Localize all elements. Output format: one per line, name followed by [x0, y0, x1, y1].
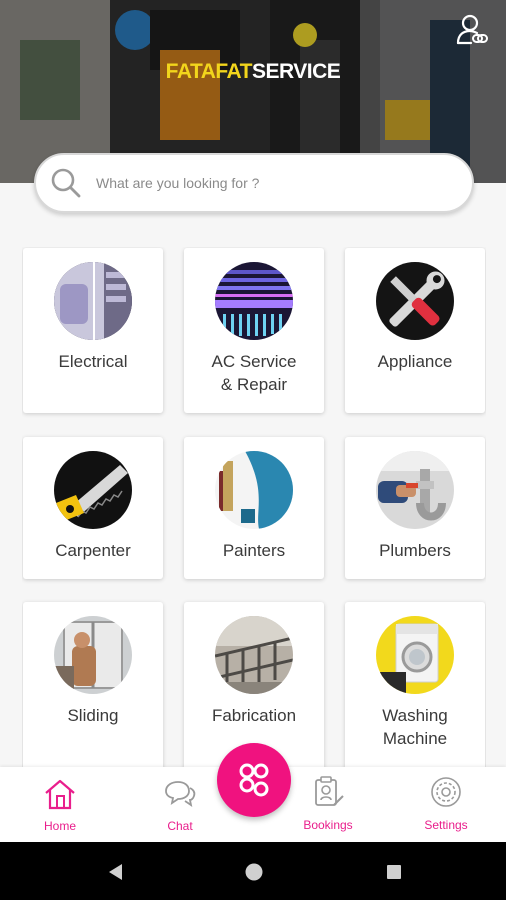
service-card-painters[interactable]: Painters: [184, 437, 324, 579]
service-label-line1: Painters: [222, 541, 286, 560]
service-label-line1: Washing: [382, 706, 448, 725]
service-grid: Electrical AC Service & Repair Appliance…: [22, 247, 486, 767]
service-card-washing-machine[interactable]: Washing Machine: [345, 602, 485, 767]
nav-bookings[interactable]: Bookings: [283, 767, 373, 842]
service-card-carpenter[interactable]: Carpenter: [23, 437, 163, 579]
service-label-line1: Electrical: [58, 352, 128, 371]
service-label: Fabrication: [184, 704, 324, 727]
service-label-line2: Machine: [382, 729, 448, 748]
search-icon: [51, 168, 81, 198]
service-label: Plumbers: [345, 539, 485, 562]
home-icon: [45, 779, 75, 810]
service-card-plumbers[interactable]: Plumbers: [345, 437, 485, 579]
nav-chat[interactable]: Chat: [135, 767, 225, 842]
service-label: Sliding: [23, 704, 163, 727]
nav-settings-label: Settings: [424, 818, 468, 832]
system-navigation-bar: [0, 842, 506, 900]
profile-button[interactable]: [452, 10, 492, 50]
app-screen: FATAFATSERVICE What are you looking for …: [0, 0, 506, 900]
search-bar[interactable]: [34, 153, 474, 213]
service-label: Carpenter: [23, 539, 163, 562]
nav-home[interactable]: Home: [15, 767, 105, 842]
home-circle-icon[interactable]: [243, 861, 265, 883]
electrical-panel-icon: [54, 262, 132, 340]
recents-icon[interactable]: [383, 861, 405, 883]
link-chain-icon: [239, 763, 269, 797]
washing-machine-icon: [376, 616, 454, 694]
center-action-button[interactable]: [217, 743, 291, 817]
saw-icon: [54, 451, 132, 529]
nav-bookings-label: Bookings: [303, 818, 353, 832]
service-label-line1: Carpenter: [55, 541, 131, 560]
brand-part1: FATAFAT: [165, 60, 253, 83]
air-conditioner-icon: [215, 262, 293, 340]
service-card-electrical[interactable]: Electrical: [23, 248, 163, 413]
service-label: AC Service & Repair: [184, 350, 324, 396]
sliding-window-icon: [54, 616, 132, 694]
service-label: Washing Machine: [345, 704, 485, 750]
nav-settings[interactable]: Settings: [401, 767, 491, 842]
back-icon[interactable]: [104, 861, 126, 883]
service-label: Painters: [184, 539, 324, 562]
search-input[interactable]: [96, 175, 436, 191]
service-card-sliding[interactable]: Sliding: [23, 602, 163, 767]
service-label: Electrical: [23, 350, 163, 373]
service-card-appliance[interactable]: Appliance: [345, 248, 485, 413]
service-label-line1: AC Service: [211, 352, 297, 371]
user-link-icon: [456, 14, 488, 45]
nav-home-label: Home: [43, 819, 76, 833]
paint-icon: [215, 451, 293, 529]
bookings-icon: [315, 776, 344, 806]
nav-chat-label: Chat: [167, 819, 193, 833]
service-label: Appliance: [345, 350, 485, 373]
chat-icon: [165, 781, 196, 807]
service-label-line1: Appliance: [377, 352, 453, 371]
railing-icon: [215, 616, 293, 694]
service-label-line1: Sliding: [67, 706, 119, 725]
settings-gear-icon: [431, 777, 461, 807]
brand-part2: SERVICE: [252, 60, 341, 83]
pipe-icon: [376, 451, 454, 529]
service-label-line1: Plumbers: [379, 541, 451, 560]
wrench-screwdriver-icon: [376, 262, 454, 340]
service-card-ac-service[interactable]: AC Service & Repair: [184, 248, 324, 413]
app-title: FATAFATSERVICE: [0, 60, 506, 84]
service-label-line2: & Repair: [220, 375, 288, 394]
service-label-line1: Fabrication: [211, 706, 297, 725]
